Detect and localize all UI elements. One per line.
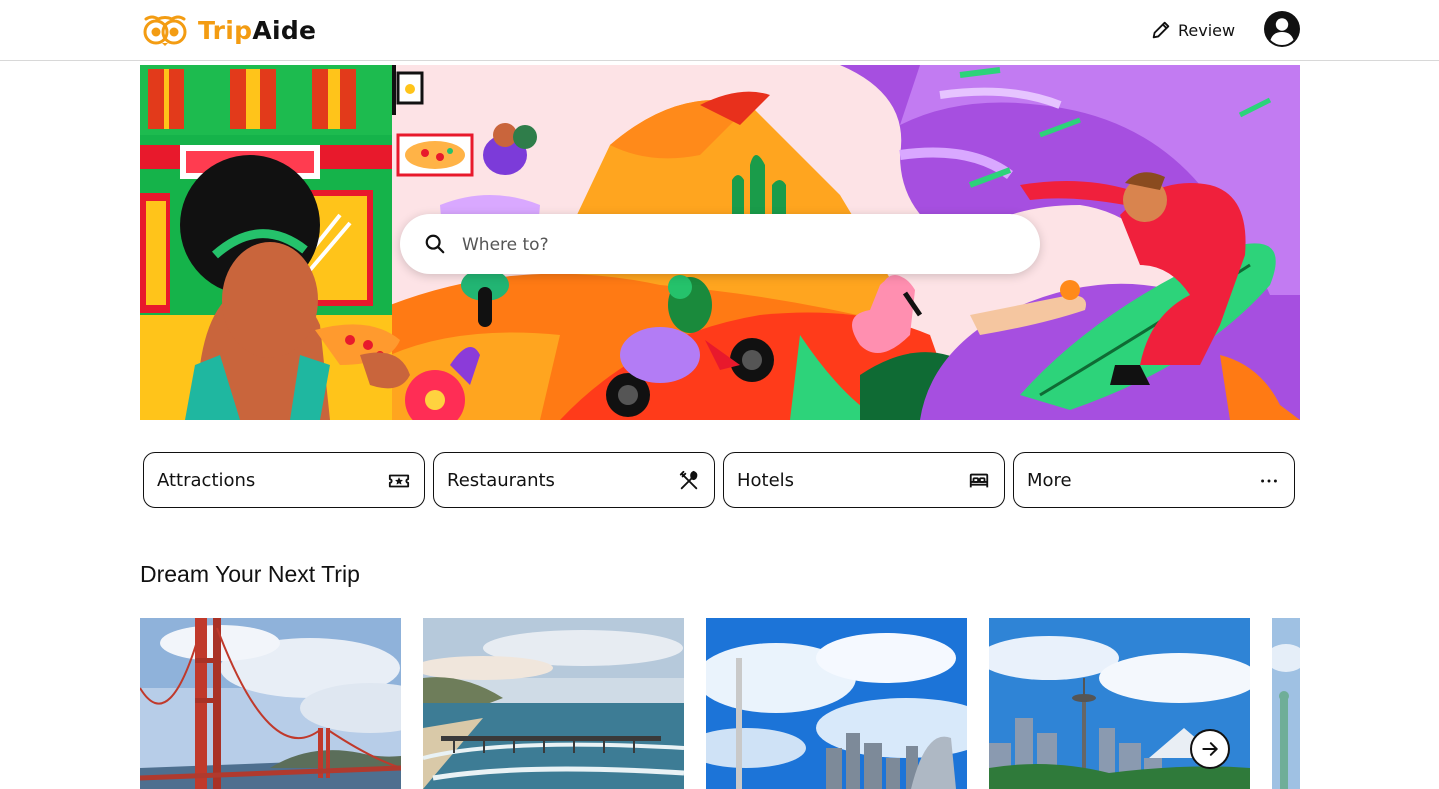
- search-input[interactable]: [460, 228, 1004, 262]
- destination-card-ocean-pier[interactable]: [423, 618, 684, 789]
- category-hotels-button[interactable]: Hotels: [723, 452, 1005, 508]
- carousel-next-button[interactable]: [1190, 729, 1230, 769]
- utensils-icon: [679, 470, 698, 490]
- pencil-icon: [1152, 21, 1170, 39]
- city-skyline-clouds-image: [706, 618, 967, 789]
- destination-card-liberty[interactable]: [1272, 618, 1300, 789]
- statue-of-liberty-image: [1272, 618, 1300, 789]
- category-attractions-button[interactable]: Attractions: [143, 452, 425, 508]
- more-dots-icon: [1261, 479, 1277, 483]
- ticket-icon: [388, 474, 410, 488]
- review-button[interactable]: Review: [1150, 16, 1235, 44]
- destination-card-golden-gate[interactable]: [140, 618, 401, 789]
- section-title: Dream Your Next Trip: [140, 561, 360, 587]
- bed-icon: [969, 473, 989, 488]
- category-label: Hotels: [737, 470, 795, 491]
- tripaide-logo[interactable]: TripAide: [142, 12, 316, 48]
- category-label: More: [1027, 470, 1072, 491]
- user-avatar-icon[interactable]: [1263, 10, 1301, 48]
- ocean-pier-image: [423, 618, 684, 789]
- top-navigation-bar: TripAide Review: [0, 0, 1439, 61]
- golden-gate-bridge-image: [140, 618, 401, 789]
- arrow-right-icon: [1202, 742, 1218, 756]
- review-label: Review: [1178, 20, 1236, 40]
- category-label: Attractions: [157, 470, 256, 491]
- category-restaurants-button[interactable]: Restaurants: [433, 452, 715, 508]
- logo-text-trip: Trip: [198, 15, 253, 45]
- destination-search-bar[interactable]: [400, 214, 1040, 274]
- category-more-button[interactable]: More: [1013, 452, 1295, 508]
- logo-text-aide: Aide: [252, 15, 317, 45]
- category-label: Restaurants: [447, 470, 555, 491]
- owl-logo-icon: [143, 15, 187, 46]
- destination-card-city-clouds[interactable]: [706, 618, 967, 789]
- logo-wordmark: TripAide: [198, 16, 316, 45]
- search-icon: [425, 234, 445, 254]
